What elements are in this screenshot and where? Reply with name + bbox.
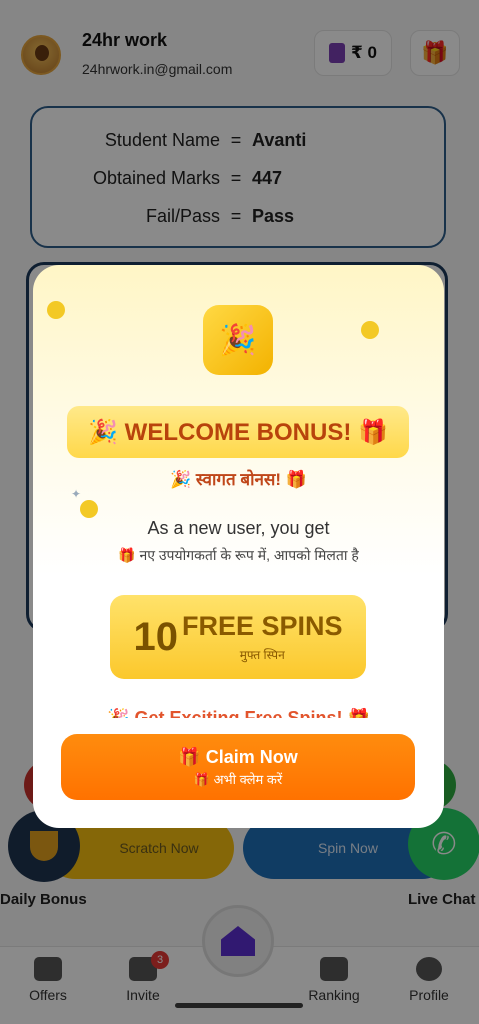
spins-label-group: FREE SPINS मुफ्त स्पिन xyxy=(182,611,343,663)
welcome-bonus-title: 🎉 WELCOME BONUS! 🎁 xyxy=(67,406,409,458)
confetti-dot xyxy=(47,301,65,319)
welcome-bonus-hindi: 🎉 स्वागत बोनस! 🎁 xyxy=(170,470,307,489)
spins-count: 10 xyxy=(133,614,178,659)
confetti-dot xyxy=(80,500,98,518)
spins-label: FREE SPINS xyxy=(181,611,343,641)
app-logo-icon: 🎉 xyxy=(203,305,273,375)
new-user-text: As a new user, you get xyxy=(147,518,330,538)
claim-now-hindi: 🎁 अभी क्लेम करें xyxy=(193,771,283,787)
free-spins-box: 10 FREE SPINS मुफ्त स्पिन xyxy=(110,595,366,679)
welcome-bonus-modal: ✦ 🎉 🎉 WELCOME BONUS! 🎁 🎉 स्वागत बोनस! 🎁 … xyxy=(33,265,444,828)
claim-now-label: 🎁 Claim Now xyxy=(178,746,298,767)
confetti-dot xyxy=(361,321,379,339)
spins-hindi: मुफ्त स्पिन xyxy=(239,648,285,662)
exciting-spins-text: 🎉 Get Exciting Free Spins! 🎁 xyxy=(107,708,370,718)
gesture-bar xyxy=(175,1003,303,1008)
claim-now-button[interactable]: 🎁 Claim Now 🎁 अभी क्लेम करें xyxy=(61,734,415,800)
new-user-hindi: 🎁 नए उपयोगकर्ता के रूप में, आपको मिलता ह… xyxy=(118,547,359,563)
